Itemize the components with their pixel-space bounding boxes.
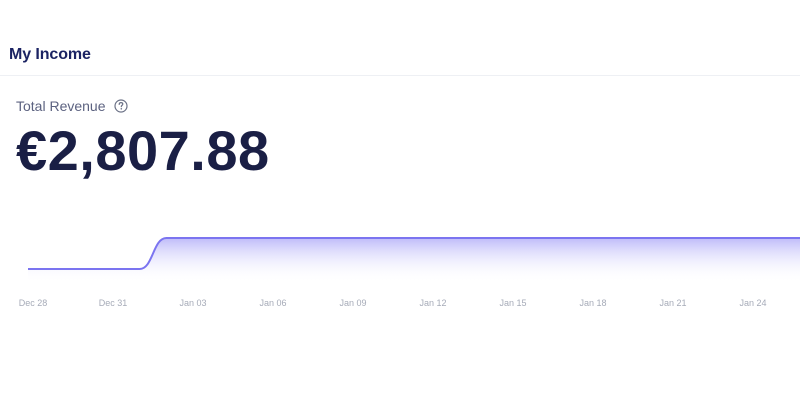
revenue-area-chart: Dec 28 Dec 31 Jan 03 Jan 06 Jan 09 Jan 12 Jan … xyxy=(19,237,800,308)
revenue-area-fill xyxy=(28,238,800,283)
x-tick-label: Dec 31 xyxy=(99,298,128,308)
x-tick-label: Jan 21 xyxy=(659,298,686,308)
metric-label-row: Total Revenue xyxy=(16,98,128,114)
total-revenue-value: €2,807.88 xyxy=(16,119,270,182)
card-title: My Income xyxy=(9,46,91,63)
question-circle-icon[interactable] xyxy=(113,99,128,113)
x-tick-label: Jan 06 xyxy=(259,298,286,308)
x-tick-label: Dec 28 xyxy=(19,298,48,308)
income-card: My Income Total Revenue €2,807.88 Dec 28… xyxy=(0,0,800,400)
card-header: My Income xyxy=(0,0,800,76)
x-tick-label: Jan 18 xyxy=(579,298,606,308)
x-tick-label: Jan 24 xyxy=(739,298,766,308)
x-tick-label: Jan 03 xyxy=(179,298,206,308)
metric-label: Total Revenue xyxy=(16,98,106,114)
x-tick-label: Jan 15 xyxy=(499,298,526,308)
x-tick-label: Jan 09 xyxy=(339,298,366,308)
x-tick-label: Jan 12 xyxy=(419,298,446,308)
